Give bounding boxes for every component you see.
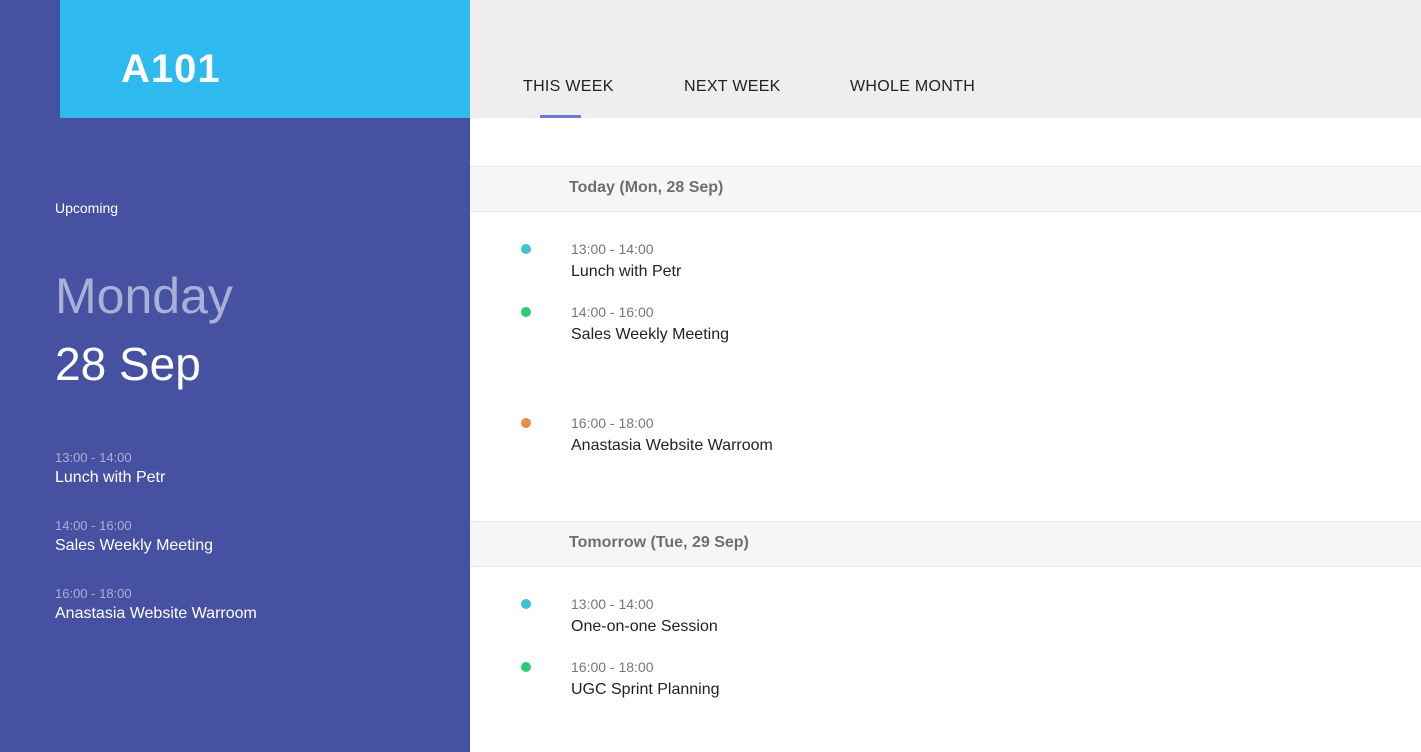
event-time: 13:00 - 14:00 bbox=[571, 596, 654, 612]
current-date: 28 Sep bbox=[55, 338, 201, 390]
day-header-tomorrow: Tomorrow (Tue, 29 Sep) bbox=[470, 521, 1421, 567]
event-time: 14:00 - 16:00 bbox=[571, 304, 654, 320]
schedule-event[interactable]: 16:00 - 18:00 UGC Sprint Planning bbox=[470, 658, 1421, 708]
schedule-panel: THIS WEEK NEXT WEEK WHOLE MONTH Today (M… bbox=[470, 0, 1421, 752]
upcoming-event-time: 16:00 - 18:00 bbox=[55, 586, 132, 601]
tab-this-week[interactable]: THIS WEEK bbox=[523, 77, 614, 97]
event-time: 13:00 - 14:00 bbox=[571, 241, 654, 257]
event-color-dot-icon bbox=[521, 662, 531, 672]
event-title: UGC Sprint Planning bbox=[571, 681, 720, 698]
upcoming-sidebar: A101 Upcoming Monday 28 Sep 13:00 - 14:0… bbox=[0, 0, 470, 752]
upcoming-event-title: Sales Weekly Meeting bbox=[55, 537, 213, 554]
upcoming-event-time: 13:00 - 14:00 bbox=[55, 450, 132, 465]
event-color-dot-icon bbox=[521, 244, 531, 254]
event-title: Anastasia Website Warroom bbox=[571, 437, 773, 454]
upcoming-label: Upcoming bbox=[55, 200, 119, 216]
event-title: One-on-one Session bbox=[571, 618, 718, 635]
app-root: A101 Upcoming Monday 28 Sep 13:00 - 14:0… bbox=[0, 0, 1421, 752]
active-tab-indicator bbox=[540, 115, 581, 118]
schedule-event[interactable]: 13:00 - 14:00 Lunch with Petr bbox=[470, 240, 1421, 290]
upcoming-event-time: 14:00 - 16:00 bbox=[55, 518, 132, 533]
event-color-dot-icon bbox=[521, 418, 531, 428]
upcoming-event-list: 13:00 - 14:00 Lunch with Petr 14:00 - 16… bbox=[55, 450, 455, 654]
upcoming-event: 16:00 - 18:00 Anastasia Website Warroom bbox=[55, 586, 455, 654]
current-day-name: Monday bbox=[55, 268, 233, 324]
room-name: A101 bbox=[121, 47, 221, 91]
event-color-dot-icon bbox=[521, 307, 531, 317]
tab-bar: THIS WEEK NEXT WEEK WHOLE MONTH bbox=[470, 0, 1421, 118]
upcoming-event: 13:00 - 14:00 Lunch with Petr bbox=[55, 450, 455, 518]
event-title: Sales Weekly Meeting bbox=[571, 326, 729, 343]
day-header-label: Today (Mon, 28 Sep) bbox=[569, 179, 724, 196]
event-time: 16:00 - 18:00 bbox=[571, 659, 654, 675]
schedule-event[interactable]: 14:00 - 16:00 Sales Weekly Meeting bbox=[470, 303, 1421, 353]
tab-whole-month[interactable]: WHOLE MONTH bbox=[850, 77, 975, 97]
tab-next-week[interactable]: NEXT WEEK bbox=[684, 77, 781, 97]
day-header-label: Tomorrow (Tue, 29 Sep) bbox=[569, 534, 749, 551]
room-header: A101 bbox=[60, 0, 470, 118]
event-time: 16:00 - 18:00 bbox=[571, 415, 654, 431]
event-title: Lunch with Petr bbox=[571, 263, 682, 280]
upcoming-event-title: Lunch with Petr bbox=[55, 469, 166, 486]
schedule-event[interactable]: 16:00 - 18:00 Anastasia Website Warroom bbox=[470, 414, 1421, 464]
schedule-event[interactable]: 13:00 - 14:00 One-on-one Session bbox=[470, 595, 1421, 645]
upcoming-event-title: Anastasia Website Warroom bbox=[55, 605, 257, 622]
upcoming-event: 14:00 - 16:00 Sales Weekly Meeting bbox=[55, 518, 455, 586]
day-header-today: Today (Mon, 28 Sep) bbox=[470, 166, 1421, 212]
event-color-dot-icon bbox=[521, 599, 531, 609]
